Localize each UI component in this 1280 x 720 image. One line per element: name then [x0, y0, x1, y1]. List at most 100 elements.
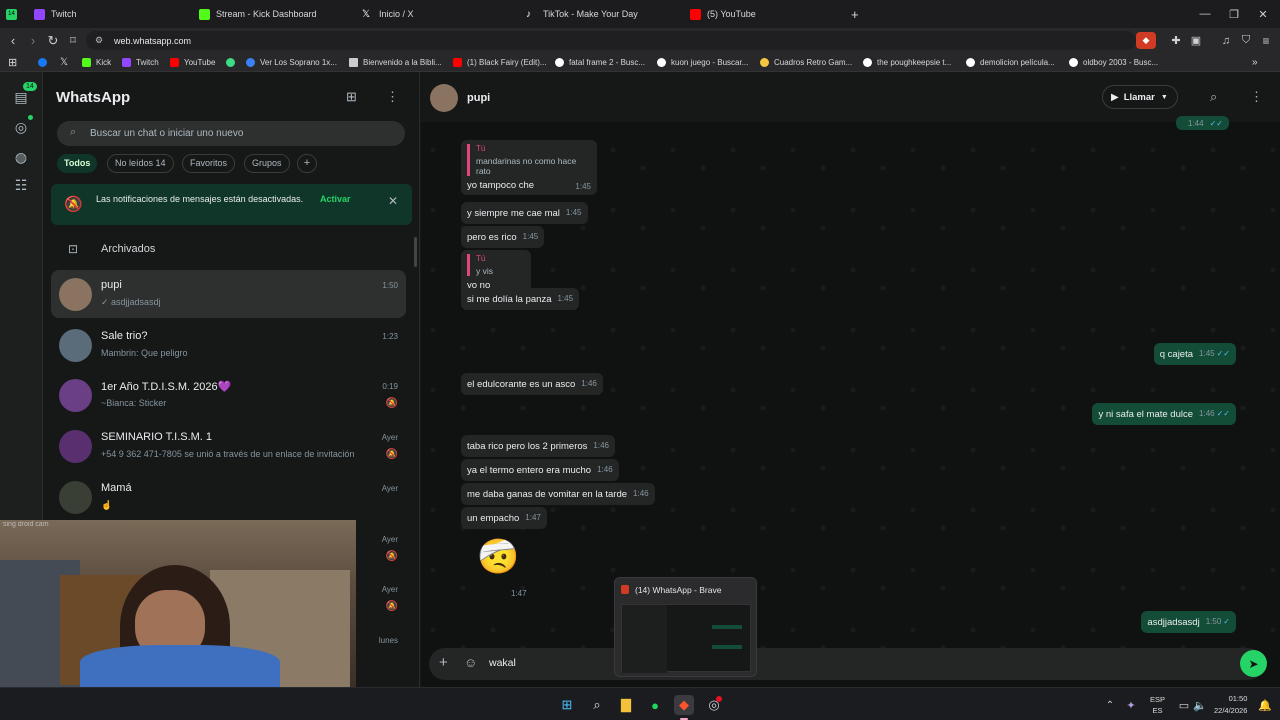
filter-groups[interactable]: Grupos: [244, 154, 290, 173]
search-icon[interactable]: ⌕: [587, 695, 607, 715]
bookmark-poughkeepsie[interactable]: the poughkeepsie t...: [863, 53, 951, 72]
bookmark-icon[interactable]: ⌑: [62, 28, 84, 53]
file-explorer-icon[interactable]: ▇: [616, 695, 636, 715]
chat-list-item[interactable]: Mamá ☝ Ayer: [51, 473, 406, 521]
chat-menu-icon[interactable]: ⋮: [1250, 89, 1263, 105]
message-bubble-incoming[interactable]: un empacho 1:47: [461, 507, 547, 529]
forward-icon[interactable]: ›: [22, 28, 44, 53]
sticker-icon[interactable]: ☺: [464, 655, 477, 670]
tab-twitch[interactable]: Twitch: [34, 0, 184, 28]
contact-name[interactable]: pupi: [467, 92, 490, 104]
quoted-message[interactable]: Tú y vis: [467, 254, 525, 276]
bookmark-oldboy[interactable]: oldboy 2003 - Busc...: [1069, 53, 1158, 72]
message-bubble-incoming[interactable]: ya el termo entero era mucho 1:46: [461, 459, 619, 481]
activate-link[interactable]: Activar: [320, 194, 351, 204]
message-bubble-incoming[interactable]: si me dolía la panza 1:45: [461, 288, 580, 310]
message-bubble-incoming[interactable]: taba rico pero los 2 primeros 1:46: [461, 435, 615, 457]
message-bubble-outgoing[interactable]: 1:44 ✓✓: [1176, 116, 1229, 130]
bookmark-x[interactable]: 𝕏: [60, 53, 68, 72]
notifications-bell-icon[interactable]: 🔔: [1255, 695, 1275, 715]
bookmark-facebook[interactable]: [38, 53, 52, 72]
message-bubble-reply[interactable]: Tú mandarinas no como hace rato yo tampoco…: [461, 140, 597, 195]
taskbar-preview-popup[interactable]: (14) WhatsApp - Brave: [614, 577, 757, 677]
clock[interactable]: 01:50 22/4/2026: [1214, 694, 1247, 715]
close-window-icon[interactable]: ✕: [1246, 0, 1280, 28]
language-indicator[interactable]: ESP ES: [1150, 695, 1165, 715]
more-bookmarks-icon[interactable]: »: [1252, 53, 1258, 72]
message-bubble-incoming[interactable]: y siempre me cae mal 1:45: [461, 202, 588, 224]
back-icon[interactable]: ‹: [2, 28, 24, 53]
bookmark-youtube[interactable]: YouTube: [170, 53, 215, 72]
apps-grid-icon[interactable]: ⊞: [8, 53, 17, 72]
call-button[interactable]: ▶ Llamar ▼: [1102, 85, 1178, 109]
message-bubble-outgoing[interactable]: q cajeta 1:45 ✓✓: [1153, 343, 1236, 365]
site-info-icon[interactable]: ⚙: [95, 35, 103, 46]
url-field[interactable]: ⚙ web.whatsapp.com: [86, 31, 1136, 50]
message-input[interactable]: wakal: [489, 657, 516, 669]
twitch-icon: [34, 8, 45, 20]
filter-unread[interactable]: No leídos 14: [107, 154, 174, 173]
brave-taskbar-icon[interactable]: ◆: [674, 695, 694, 715]
tab-whatsapp[interactable]: 14: [6, 0, 28, 28]
vpn-icon[interactable]: ⛉: [1235, 28, 1257, 53]
quoted-message[interactable]: Tú mandarinas no como hace rato: [467, 144, 591, 176]
filter-favorites[interactable]: Favoritos: [182, 154, 236, 173]
message-bubble-incoming[interactable]: pero es rico 1:45: [461, 226, 545, 248]
message-time: 1:47: [511, 589, 527, 598]
emoji-sticker[interactable]: 🤕: [477, 537, 519, 577]
lang-bottom: ES: [1152, 706, 1163, 715]
bookmark-biblioteca[interactable]: Bienvenido a la Bibli...: [349, 53, 442, 72]
brave-shields-icon[interactable]: ◆: [1136, 32, 1156, 49]
send-icon[interactable]: ➤: [1240, 650, 1267, 677]
bookmark-kick[interactable]: Kick: [82, 53, 111, 72]
message-bubble-outgoing[interactable]: y ni safa el mate dulce 1:46 ✓✓: [1092, 403, 1236, 425]
chat-list-item[interactable]: Sale trio? Mambrin: Que peligro 1:23: [51, 321, 406, 369]
new-chat-icon[interactable]: ⊞: [346, 89, 357, 105]
spotify-icon[interactable]: ●: [645, 695, 665, 715]
scrollbar[interactable]: [414, 237, 417, 267]
communities-icon[interactable]: ☷: [11, 175, 31, 195]
tray-app-icon[interactable]: ✦: [1121, 695, 1141, 715]
bookmark-demolicion[interactable]: demolicion película...: [966, 53, 1055, 72]
extensions-icon[interactable]: ✚: [1165, 28, 1187, 53]
search-input[interactable]: ⌕ Buscar un chat o iniciar uno nuevo: [57, 121, 405, 146]
chat-list-item[interactable]: pupi ✓ asdjjadsasdj 1:50: [51, 270, 406, 318]
status-icon[interactable]: ◎: [11, 117, 31, 137]
channels-icon[interactable]: ◍: [11, 147, 31, 167]
search-chat-icon[interactable]: ⌕: [1210, 89, 1217, 105]
chat-list-item[interactable]: 1er Año T.D.I.S.M. 2026💜 ~Bianca: Sticker…: [51, 371, 406, 419]
bookmark-soprano[interactable]: Ver Los Soprano 1x...: [246, 53, 337, 72]
volume-icon[interactable]: 🔈: [1190, 695, 1210, 715]
close-banner-icon[interactable]: ✕: [388, 194, 398, 208]
add-filter-button[interactable]: +: [297, 154, 317, 173]
message-bubble-incoming[interactable]: el edulcorante es un asco 1:46: [461, 373, 603, 395]
bookmark-twitch[interactable]: Twitch: [122, 53, 159, 72]
bookmark-fatal-frame[interactable]: fatal frame 2 - Busc...: [555, 53, 645, 72]
attach-plus-icon[interactable]: +: [439, 654, 448, 671]
tab-youtube[interactable]: (5) YouTube: [690, 0, 840, 28]
chat-list-item[interactable]: SEMINARIO T.I.S.M. 1 +54 9 362 471-7805 s…: [51, 422, 406, 470]
new-tab-button[interactable]: +: [851, 0, 865, 28]
menu-icon[interactable]: ≡: [1255, 28, 1277, 53]
menu-dots-icon[interactable]: ⋮: [386, 89, 399, 105]
tab-x[interactable]: 𝕏 Inicio / X: [362, 0, 512, 28]
reload-icon[interactable]: ↻: [42, 28, 64, 53]
bookmark-cuadros[interactable]: Cuadros Retro Gam...: [760, 53, 852, 72]
bookmark-kuon[interactable]: kuon juego - Buscar...: [657, 53, 748, 72]
media-icon[interactable]: ♫: [1215, 28, 1237, 53]
sidebar-icon[interactable]: ▣: [1185, 28, 1207, 53]
bookmark-black-fairy[interactable]: (1) Black Fairy (Edit)...: [453, 53, 547, 72]
archive-icon: ⊡: [68, 242, 79, 256]
start-icon[interactable]: ⊞: [557, 695, 577, 715]
archived-label[interactable]: Archivados: [101, 243, 155, 255]
filter-all[interactable]: Todos: [57, 154, 98, 173]
tab-kick[interactable]: Stream - Kick Dashboard: [199, 0, 349, 28]
tray-chevron-icon[interactable]: ⌃: [1100, 695, 1120, 715]
contact-avatar[interactable]: [430, 84, 458, 112]
bookmark-label: oldboy 2003 - Busc...: [1083, 58, 1159, 67]
bookmark-android[interactable]: [226, 53, 240, 72]
message-bubble-outgoing[interactable]: asdjjadsasdj 1:50 ✓: [1141, 611, 1236, 633]
video-call-icon: ▶: [1111, 91, 1119, 103]
tab-tiktok[interactable]: ♪ TikTok - Make Your Day: [526, 0, 676, 28]
message-bubble-incoming[interactable]: me daba ganas de vomitar en la tarde 1:46: [461, 483, 655, 505]
